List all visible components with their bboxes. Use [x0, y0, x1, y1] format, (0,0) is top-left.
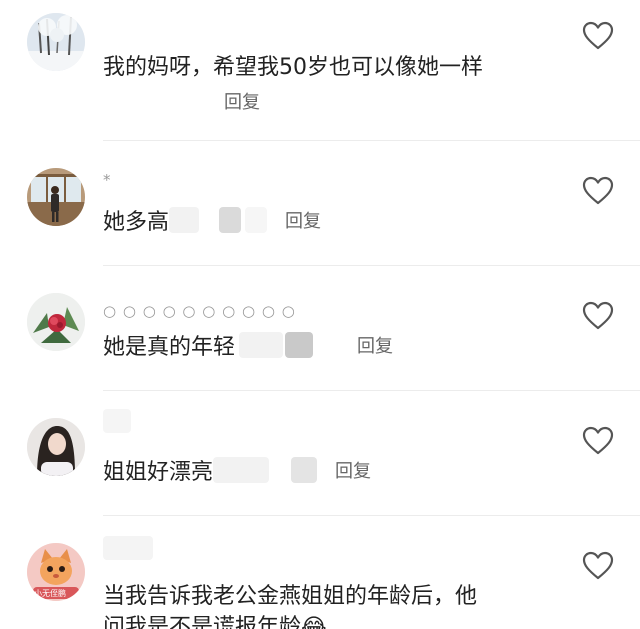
comment-text: 当我告诉我老公金燕姐姐的年龄后，他: [103, 584, 478, 609]
username[interactable]: ○ ○ ○ ○ ○ ○ ○ ○ ○ ○: [103, 302, 296, 320]
blurred-text: [285, 332, 314, 358]
comment-text: 她是真的年轻 回复: [103, 331, 393, 363]
avatar[interactable]: [27, 13, 85, 71]
comment-text: 她多高 回复: [103, 206, 321, 238]
blurred-text: [219, 207, 242, 233]
reply-button[interactable]: 回复: [285, 211, 321, 232]
comment-item: 我的妈呀，希望我50岁也可以像她一样 回复: [0, 0, 640, 140]
avatar[interactable]: [27, 168, 85, 226]
comment-item: 小无侄鹏 当我告诉我老公金燕姐姐的年龄后，他 问我是不是谎报年龄😂: [0, 516, 640, 629]
comment-item: * 她多高 回复: [0, 141, 640, 265]
username[interactable]: *: [103, 171, 112, 189]
blurred-text: [291, 457, 318, 483]
username[interactable]: [103, 536, 153, 560]
heart-outline-icon[interactable]: [582, 301, 614, 331]
heart-outline-icon[interactable]: [582, 176, 614, 206]
avatar[interactable]: [27, 418, 85, 476]
blurred-text: [213, 457, 270, 483]
heart-outline-icon[interactable]: [582, 21, 614, 51]
comment-item: ○ ○ ○ ○ ○ ○ ○ ○ ○ ○ 她是真的年轻 回复: [0, 266, 640, 390]
comment-item: 姐姐好漂亮 回复: [0, 391, 640, 515]
avatar[interactable]: [27, 293, 85, 351]
snowy-tree-avatar-icon: [27, 13, 85, 71]
heart-outline-icon[interactable]: [582, 551, 614, 581]
comment-text: 我的妈呀，希望我50岁也可以像她一样: [103, 55, 483, 80]
blurred-text: [103, 536, 153, 560]
person-window-avatar-icon: [27, 168, 85, 226]
blurred-text: [169, 207, 200, 233]
comment-text: 姐姐好漂亮 回复: [103, 456, 371, 488]
username[interactable]: [103, 409, 131, 433]
girl-portrait-avatar-icon: [27, 418, 85, 476]
heart-outline-icon[interactable]: [582, 426, 614, 456]
blurred-text: [239, 332, 284, 358]
reply-button[interactable]: 回复: [224, 88, 260, 114]
blurred-text: [103, 409, 131, 433]
reply-button[interactable]: 回复: [357, 336, 393, 357]
blurred-text: [245, 207, 268, 233]
avatar-caption: 小无侄鹏: [34, 589, 66, 598]
comment-text-line2: 问我是不是谎报年龄😂: [103, 615, 327, 629]
reply-button[interactable]: 回复: [335, 461, 371, 482]
red-flower-avatar-icon: [27, 293, 85, 351]
